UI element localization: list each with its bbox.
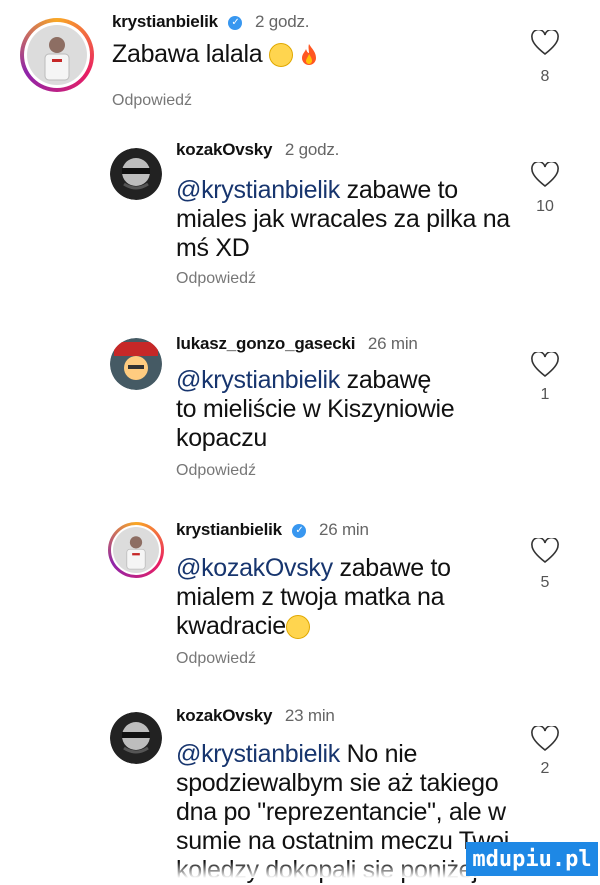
comment-text-line: to mieliście w Kiszyniowie bbox=[176, 395, 455, 423]
mention-link[interactable]: @krystianbielik bbox=[176, 740, 340, 768]
reply-button[interactable]: Odpowiedź bbox=[112, 92, 192, 110]
comment-text-line: spodziewalbym sie aż takiego bbox=[176, 769, 499, 797]
like-count: 2 bbox=[540, 760, 550, 777]
comment-text-line: No nie bbox=[339, 740, 418, 768]
profile-photo-icon bbox=[27, 25, 87, 85]
profile-photo-icon bbox=[110, 148, 162, 200]
comment-text-line: miales jak wracales za pilka na bbox=[176, 205, 510, 233]
username[interactable]: krystianbielik bbox=[176, 520, 282, 539]
profile-photo-icon bbox=[110, 712, 162, 764]
avatar[interactable] bbox=[110, 712, 162, 764]
avatar[interactable] bbox=[110, 148, 162, 200]
like-count: 8 bbox=[540, 68, 550, 85]
mention-link[interactable]: @krystianbielik bbox=[176, 176, 340, 204]
comment-text-line: zabawe to bbox=[339, 176, 459, 204]
mention-link[interactable]: @krystianbielik bbox=[176, 366, 340, 394]
comment-text-line: kwadracie bbox=[176, 612, 286, 640]
reply-button[interactable]: Odpowiedź bbox=[176, 462, 256, 480]
reply-button[interactable]: Odpowiedź bbox=[176, 650, 256, 668]
heart-icon[interactable] bbox=[531, 352, 559, 378]
like-count: 1 bbox=[540, 386, 550, 403]
timestamp: 2 godz. bbox=[284, 140, 340, 159]
comment-text: Zabawa lalala bbox=[112, 40, 318, 69]
heart-icon[interactable] bbox=[531, 30, 559, 56]
comment-text: @krystianbielik zabawę to mieliście w Ki… bbox=[176, 366, 455, 453]
verified-badge-icon: ✓ bbox=[292, 523, 307, 538]
comment-text-line: zabawę bbox=[339, 366, 432, 394]
comment-text-line: mś XD bbox=[176, 234, 250, 262]
pleading-emoji-icon bbox=[285, 615, 310, 640]
username[interactable]: lukasz_gonzo_gasecki bbox=[176, 334, 356, 353]
comment-text-line: zabawe to bbox=[332, 554, 451, 582]
avatar[interactable] bbox=[108, 522, 164, 578]
timestamp: 26 min bbox=[367, 334, 418, 353]
like-count: 5 bbox=[540, 574, 550, 591]
reply-button[interactable]: Odpowiedź bbox=[176, 270, 256, 288]
comment-text: @krystianbielik zabawe to miales jak wra… bbox=[176, 176, 510, 263]
profile-photo-icon bbox=[113, 527, 159, 573]
verified-badge-icon: ✓ bbox=[228, 15, 243, 30]
timestamp: 2 godz. bbox=[254, 12, 310, 31]
heart-icon[interactable] bbox=[531, 726, 559, 752]
username[interactable]: kozakOvsky bbox=[176, 140, 272, 159]
comment-text-line: sumie na ostatnim meczu Twoi bbox=[176, 827, 509, 855]
fire-emoji-icon bbox=[301, 44, 316, 66]
comment-text-line: mialem z twoja matka na bbox=[176, 583, 445, 611]
avatar[interactable] bbox=[110, 338, 162, 390]
watermark-logo: mdupiu.pl bbox=[466, 842, 598, 876]
comment-text-line: dna po "reprezentancie", ale w bbox=[176, 798, 506, 826]
username[interactable]: krystianbielik bbox=[112, 12, 218, 31]
heart-icon[interactable] bbox=[531, 162, 559, 188]
comment-text: @kozakOvsky zabawe to mialem z twoja mat… bbox=[176, 554, 451, 641]
timestamp: 23 min bbox=[284, 706, 335, 725]
heart-icon[interactable] bbox=[531, 538, 559, 564]
timestamp: 26 min bbox=[318, 520, 369, 539]
comment-text-line: kopaczu bbox=[176, 424, 268, 452]
smiling-emoji-icon bbox=[269, 43, 294, 68]
comment-text-content: Zabawa lalala bbox=[112, 40, 263, 68]
avatar[interactable] bbox=[20, 18, 94, 92]
profile-photo-icon bbox=[110, 338, 162, 390]
username[interactable]: kozakOvsky bbox=[176, 706, 272, 725]
mention-link[interactable]: @kozakOvsky bbox=[176, 554, 333, 582]
like-count: 10 bbox=[536, 198, 554, 215]
